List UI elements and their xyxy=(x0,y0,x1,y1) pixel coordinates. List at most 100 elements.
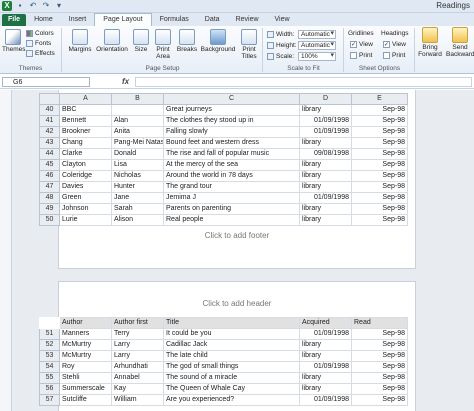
row-number[interactable]: 40 xyxy=(39,104,60,116)
fonts-button[interactable]: Fonts xyxy=(26,40,51,47)
send-backward-button[interactable]: Send Backward xyxy=(446,27,474,58)
cell-d[interactable]: library xyxy=(299,159,352,171)
row-number[interactable]: 57 xyxy=(39,394,60,406)
cell-c[interactable]: Parents on parenting xyxy=(163,203,300,215)
cell-e[interactable]: Sep-98 xyxy=(351,361,408,373)
cell-e[interactable]: Sep-98 xyxy=(351,148,408,160)
cell-b[interactable]: Larry xyxy=(111,339,164,351)
cell-e[interactable]: Sep-98 xyxy=(351,159,408,171)
row-number[interactable]: 43 xyxy=(39,137,60,149)
cell-d[interactable]: 01/09/1998 xyxy=(299,361,352,373)
cell-e[interactable]: Sep-98 xyxy=(351,203,408,215)
cell-c[interactable]: Cadillac Jack xyxy=(163,339,300,351)
cell-e[interactable]: Sep-98 xyxy=(351,350,408,362)
cell-e[interactable]: Sep-98 xyxy=(351,181,408,193)
headings-print-checkbox[interactable]: Print xyxy=(383,52,405,59)
tab-data[interactable]: Data xyxy=(197,14,228,26)
cell-d[interactable]: library xyxy=(299,137,352,149)
cell-a[interactable]: Summerscale xyxy=(59,383,112,395)
cell-e[interactable]: Sep-98 xyxy=(351,328,408,340)
cell-a[interactable]: Clarke xyxy=(59,148,112,160)
row-number[interactable]: 49 xyxy=(39,203,60,215)
cell-d[interactable]: library xyxy=(299,339,352,351)
row-number[interactable]: 56 xyxy=(39,383,60,395)
row-number[interactable]: 48 xyxy=(39,192,60,204)
tab-formulas[interactable]: Formulas xyxy=(152,14,197,26)
cell-a[interactable]: Lurie xyxy=(59,214,112,226)
cell-d[interactable]: 09/08/1998 xyxy=(299,148,352,160)
cell-b[interactable]: Alison xyxy=(111,214,164,226)
cell-a[interactable]: Clayton xyxy=(59,159,112,171)
title-cell-e[interactable]: Read xyxy=(351,317,408,329)
background-button[interactable]: Background xyxy=(200,29,236,53)
themes-button[interactable]: Themes xyxy=(2,29,25,53)
print-titles-button[interactable]: Print Titles xyxy=(238,29,260,60)
excel-app-icon[interactable]: X xyxy=(2,1,12,11)
cell-b[interactable]: Larry xyxy=(111,350,164,362)
cell-c[interactable]: Falling slowly xyxy=(163,126,300,138)
cell-c[interactable]: The late child xyxy=(163,350,300,362)
redo-icon[interactable]: ↷ xyxy=(41,1,51,11)
cell-c[interactable]: The sound of a miracle xyxy=(163,372,300,384)
cell-c[interactable]: Are you experienced? xyxy=(163,394,300,406)
cell-d[interactable]: library xyxy=(299,214,352,226)
column-header-c[interactable]: C xyxy=(163,93,300,105)
row-number[interactable]: 55 xyxy=(39,372,60,384)
column-header-a[interactable]: A xyxy=(59,93,112,105)
cell-c[interactable]: Great journeys xyxy=(163,104,300,116)
tab-insert[interactable]: Insert xyxy=(61,14,95,26)
row-number[interactable]: 44 xyxy=(39,148,60,160)
tab-home[interactable]: Home xyxy=(26,14,61,26)
cell-c[interactable]: At the mercy of the sea xyxy=(163,159,300,171)
cell-b[interactable]: Terry xyxy=(111,328,164,340)
cell-d[interactable]: 01/09/1998 xyxy=(299,192,352,204)
width-dropdown[interactable]: Automatic xyxy=(298,30,336,39)
formula-input[interactable] xyxy=(135,77,472,87)
column-header-e[interactable]: E xyxy=(351,93,408,105)
cell-c[interactable]: Around the world in 78 days xyxy=(163,170,300,182)
cell-b[interactable]: Nicholas xyxy=(111,170,164,182)
cell-a[interactable]: Coleridge xyxy=(59,170,112,182)
cell-e[interactable]: Sep-98 xyxy=(351,339,408,351)
cell-e[interactable]: Sep-98 xyxy=(351,214,408,226)
cell-a[interactable]: Johnson xyxy=(59,203,112,215)
cell-b[interactable]: Hunter xyxy=(111,181,164,193)
row-number[interactable]: 45 xyxy=(39,159,60,171)
cell-e[interactable]: Sep-98 xyxy=(351,104,408,116)
orientation-button[interactable]: Orientation xyxy=(94,29,130,53)
title-cell-d[interactable]: Acquired xyxy=(299,317,352,329)
cell-b[interactable]: Alan xyxy=(111,115,164,127)
save-icon[interactable]: ▪ xyxy=(15,1,25,11)
cell-c[interactable]: The rise and fall of popular music xyxy=(163,148,300,160)
cell-a[interactable]: Sutcliffe xyxy=(59,394,112,406)
scale-spinner[interactable]: 100% xyxy=(298,52,336,61)
bring-forward-button[interactable]: Bring Forward xyxy=(416,27,444,58)
cell-c[interactable]: The clothes they stood up in xyxy=(163,115,300,127)
effects-button[interactable]: Effects xyxy=(26,50,55,57)
height-dropdown[interactable]: Automatic xyxy=(298,41,336,50)
colors-button[interactable]: Colors xyxy=(26,30,54,37)
cell-d[interactable]: library xyxy=(299,383,352,395)
cell-b[interactable]: Donald xyxy=(111,148,164,160)
cell-d[interactable]: library xyxy=(299,181,352,193)
customize-qat-icon[interactable]: ▾ xyxy=(54,1,64,11)
print-area-button[interactable]: Print Area xyxy=(152,29,174,60)
tab-review[interactable]: Review xyxy=(228,14,267,26)
cell-d[interactable]: library xyxy=(299,372,352,384)
cell-a[interactable]: Roy xyxy=(59,361,112,373)
add-footer-placeholder[interactable]: Click to add footer xyxy=(59,231,415,240)
cell-a[interactable]: Brookner xyxy=(59,126,112,138)
title-cell-a[interactable]: Author xyxy=(59,317,112,329)
cell-d[interactable]: 01/09/1998 xyxy=(299,126,352,138)
headings-view-checkbox[interactable]: ✓ View xyxy=(383,41,406,48)
cell-a[interactable]: Manners xyxy=(59,328,112,340)
cell-b[interactable]: William xyxy=(111,394,164,406)
undo-icon[interactable]: ↶ xyxy=(28,1,38,11)
gridlines-print-checkbox[interactable]: Print xyxy=(350,52,372,59)
name-box[interactable]: G6 xyxy=(2,77,90,87)
cell-b[interactable]: Sarah xyxy=(111,203,164,215)
cell-a[interactable]: McMurtry xyxy=(59,339,112,351)
cell-c[interactable]: The Queen of Whale Cay xyxy=(163,383,300,395)
column-header-b[interactable]: B xyxy=(111,93,164,105)
column-header-d[interactable]: D xyxy=(299,93,352,105)
